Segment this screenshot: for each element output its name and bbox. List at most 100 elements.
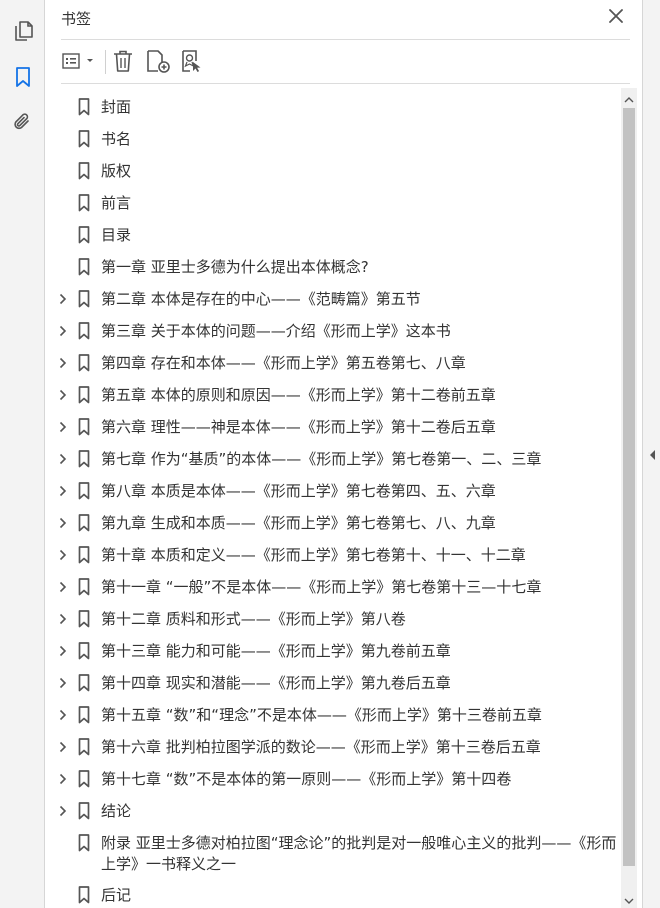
bookmark-item[interactable]: 第十六章 批判柏拉图学派的数论——《形而上学》第十三卷后五章 xyxy=(45,731,621,763)
bookmark-item[interactable]: 第十七章 “数”不是本体的第一原则——《形而上学》第十四卷 xyxy=(45,763,621,795)
bookmark-icon xyxy=(78,98,90,116)
bookmark-from-selection-button[interactable] xyxy=(179,48,205,74)
bookmark-label: 第十七章 “数”不是本体的第一原则——《形而上学》第十四卷 xyxy=(101,770,512,788)
bookmark-label: 第一章 亚里士多德为什么提出本体概念? xyxy=(101,258,369,276)
bookmark-icon xyxy=(78,194,90,212)
bookmark-item[interactable]: 第二章 本体是存在的中心——《范畴篇》第五节 xyxy=(45,283,621,315)
chevron-right-icon[interactable] xyxy=(57,675,69,691)
bookmark-from-selection-icon xyxy=(180,49,204,73)
close-panel-button[interactable] xyxy=(606,7,626,27)
bookmark-item[interactable]: 后记 xyxy=(45,879,621,908)
bookmark-item[interactable]: 前言 xyxy=(45,187,621,219)
bookmark-item[interactable]: 第一章 亚里士多德为什么提出本体概念? xyxy=(45,251,621,283)
bookmark-item[interactable]: 第八章 本质是本体——《形而上学》第七卷第四、五、六章 xyxy=(45,475,621,507)
bookmark-label: 版权 xyxy=(101,162,132,180)
pages-button[interactable] xyxy=(9,19,37,47)
collapse-panel-button[interactable] xyxy=(647,448,657,462)
bookmark-label: 第七章 作为“基质”的本体——《形而上学》第七卷第一、二、三章 xyxy=(101,450,542,468)
bookmark-icon xyxy=(78,482,90,500)
bookmark-item[interactable]: 第十四章 现实和潜能——《形而上学》第九卷后五章 xyxy=(45,667,621,699)
bookmark-item[interactable]: 第七章 作为“基质”的本体——《形而上学》第七卷第一、二、三章 xyxy=(45,443,621,475)
new-bookmark-button[interactable] xyxy=(144,48,172,74)
bookmark-icon xyxy=(78,642,90,660)
chevron-right-icon[interactable] xyxy=(57,355,69,371)
pages-icon xyxy=(11,19,35,47)
bookmark-label: 第三章 关于本体的问题——介绍《形而上学》这本书 xyxy=(101,322,451,340)
bookmark-item[interactable]: 结论 xyxy=(45,795,621,827)
chevron-right-icon[interactable] xyxy=(57,803,69,819)
bookmark-item[interactable]: 第十一章 “一般”不是本体——《形而上学》第七卷第十三—十七章 xyxy=(45,571,621,603)
close-icon xyxy=(609,8,623,27)
scroll-down-button[interactable] xyxy=(621,892,637,906)
toolbar-separator xyxy=(105,50,106,74)
header-divider xyxy=(61,39,630,40)
bookmark-item[interactable]: 第十五章 “数”和“理念”不是本体——《形而上学》第十三卷前五章 xyxy=(45,699,621,731)
chevron-right-icon[interactable] xyxy=(57,291,69,307)
options-menu-button[interactable] xyxy=(60,48,98,74)
bookmark-item[interactable]: 第十章 本质和定义——《形而上学》第七卷第十、十一、十二章 xyxy=(45,539,621,571)
chevron-right-icon[interactable] xyxy=(57,739,69,755)
bookmark-item[interactable]: 第五章 本体的原则和原因——《形而上学》第十二卷前五章 xyxy=(45,379,621,411)
chevron-right-icon[interactable] xyxy=(57,323,69,339)
attachment-icon xyxy=(11,110,35,138)
bookmark-label: 第九章 生成和本质——《形而上学》第七卷第七、八、九章 xyxy=(101,514,496,532)
attachments-button[interactable] xyxy=(9,110,37,138)
chevron-right-icon[interactable] xyxy=(57,515,69,531)
bookmark-label: 第十一章 “一般”不是本体——《形而上学》第七卷第十三—十七章 xyxy=(101,578,542,596)
chevron-up-icon xyxy=(624,88,634,107)
bookmark-label: 附录 亚里士多德对柏拉图“理念论”的批判是对一般唯心主义的批判——《形而上学》一… xyxy=(101,834,617,873)
bookmark-item[interactable]: 封面 xyxy=(45,91,621,123)
bookmark-icon xyxy=(78,610,90,628)
bookmark-item[interactable]: 第六章 理性——神是本体——《形而上学》第十二卷后五章 xyxy=(45,411,621,443)
chevron-right-icon[interactable] xyxy=(57,771,69,787)
bookmark-icon xyxy=(78,290,90,308)
bookmark-label: 前言 xyxy=(101,194,132,212)
bookmark-item[interactable]: 附录 亚里士多德对柏拉图“理念论”的批判是对一般唯心主义的批判——《形而上学》一… xyxy=(45,827,621,879)
bookmark-label: 结论 xyxy=(101,802,132,820)
scroll-up-button[interactable] xyxy=(621,90,637,104)
document-pane-edge xyxy=(642,0,660,908)
navigation-rail xyxy=(0,0,45,908)
bookmark-icon xyxy=(78,418,90,436)
chevron-right-icon[interactable] xyxy=(57,419,69,435)
bookmark-item[interactable]: 第十三章 能力和可能——《形而上学》第九卷前五章 xyxy=(45,635,621,667)
panel-header: 书签 xyxy=(45,0,642,40)
bookmark-label: 第十三章 能力和可能——《形而上学》第九卷前五章 xyxy=(101,642,451,660)
chevron-right-icon[interactable] xyxy=(57,707,69,723)
vertical-scrollbar[interactable] xyxy=(621,88,637,908)
delete-bookmark-button[interactable] xyxy=(111,48,135,74)
bookmark-icon xyxy=(78,450,90,468)
toolbar-divider xyxy=(61,83,630,84)
chevron-right-icon[interactable] xyxy=(57,387,69,403)
chevron-right-icon[interactable] xyxy=(57,483,69,499)
bookmark-icon xyxy=(78,386,90,404)
scroll-thumb[interactable] xyxy=(623,108,635,866)
options-menu-icon xyxy=(62,52,96,70)
chevron-right-icon[interactable] xyxy=(57,643,69,659)
bookmark-item[interactable]: 第三章 关于本体的问题——介绍《形而上学》这本书 xyxy=(45,315,621,347)
bookmark-label: 第五章 本体的原则和原因——《形而上学》第十二卷前五章 xyxy=(101,386,496,404)
bookmark-item[interactable]: 书名 xyxy=(45,123,621,155)
new-bookmark-icon xyxy=(145,49,171,73)
bookmark-item[interactable]: 第九章 生成和本质——《形而上学》第七卷第七、八、九章 xyxy=(45,507,621,539)
bookmark-icon xyxy=(78,706,90,724)
bookmark-icon xyxy=(78,738,90,756)
bookmark-icon xyxy=(78,578,90,596)
chevron-right-icon[interactable] xyxy=(57,451,69,467)
chevron-right-icon[interactable] xyxy=(57,547,69,563)
bookmark-item[interactable]: 版权 xyxy=(45,155,621,187)
bookmarks-panel: 书签 封面 书名 版权 前言 目录 第一章 亚里士多德为什么提出本体概念? 第二… xyxy=(45,0,642,908)
bookmark-toolbar xyxy=(45,41,642,83)
bookmark-item[interactable]: 目录 xyxy=(45,219,621,251)
bookmark-icon xyxy=(78,546,90,564)
bookmark-label: 第二章 本体是存在的中心——《范畴篇》第五节 xyxy=(101,290,421,308)
chevron-right-icon[interactable] xyxy=(57,579,69,595)
bookmarks-panel-button[interactable] xyxy=(9,65,37,93)
bookmark-icon xyxy=(78,834,90,852)
bookmark-label: 第六章 理性——神是本体——《形而上学》第十二卷后五章 xyxy=(101,418,496,436)
chevron-down-icon xyxy=(624,890,634,908)
bookmark-item[interactable]: 第四章 存在和本体——《形而上学》第五卷第七、八章 xyxy=(45,347,621,379)
bookmark-label: 后记 xyxy=(101,886,132,904)
chevron-right-icon[interactable] xyxy=(57,611,69,627)
bookmark-item[interactable]: 第十二章 质料和形式——《形而上学》第八卷 xyxy=(45,603,621,635)
